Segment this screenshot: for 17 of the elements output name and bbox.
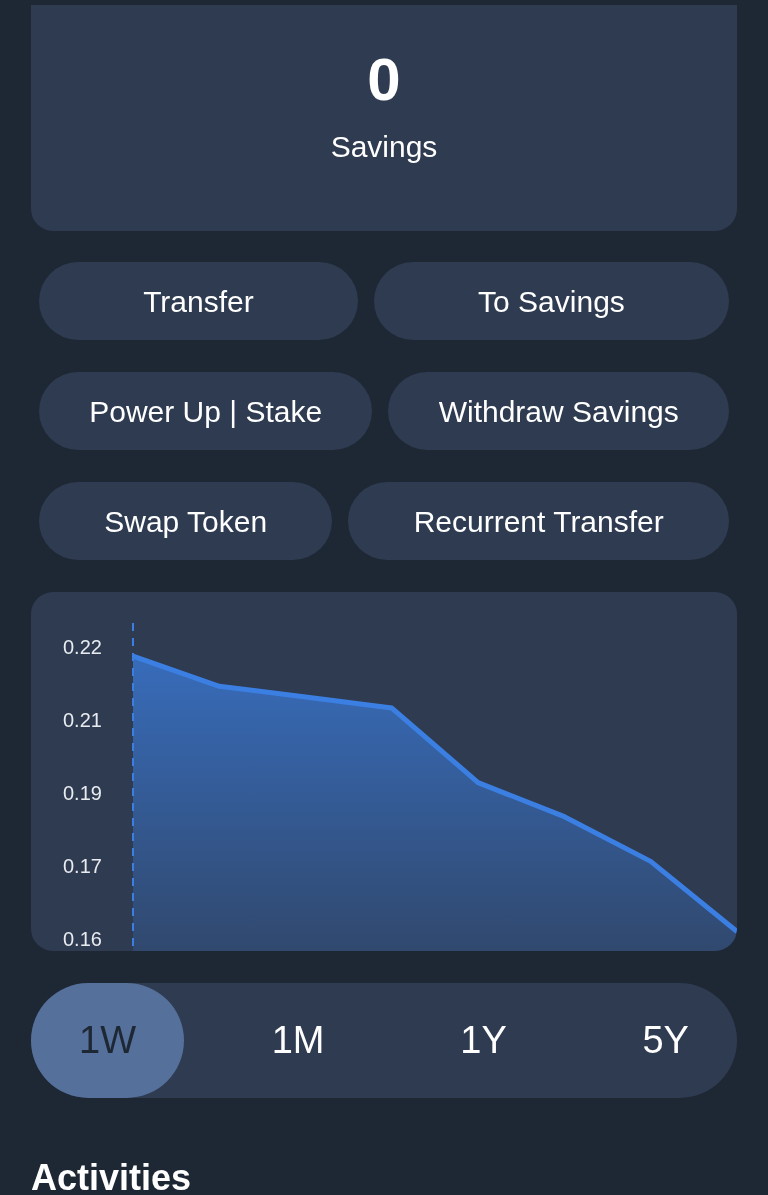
action-button[interactable]: Transfer	[39, 262, 358, 340]
action-button[interactable]: Recurrent Transfer	[348, 482, 729, 560]
action-button[interactable]: Swap Token	[39, 482, 333, 560]
action-button[interactable]: Withdraw Savings	[388, 372, 729, 450]
action-button[interactable]: Power Up | Stake	[39, 372, 373, 450]
action-button[interactable]: To Savings	[373, 262, 729, 340]
time-range-tab[interactable]: 5Y	[594, 983, 737, 1098]
time-range-tab[interactable]: 1Y	[412, 983, 555, 1098]
y-tick-label: 0.16	[63, 928, 102, 951]
section-heading: Activities	[31, 1160, 192, 1195]
y-tick-label: 0.19	[63, 782, 102, 805]
time-range-tab[interactable]: 1M	[223, 983, 373, 1098]
y-tick-label: 0.17	[63, 855, 102, 878]
balance-value: 0	[367, 50, 401, 110]
balance-label: Savings	[330, 132, 438, 162]
y-tick-label: 0.22	[63, 636, 102, 659]
y-tick-label: 0.21	[63, 709, 102, 732]
